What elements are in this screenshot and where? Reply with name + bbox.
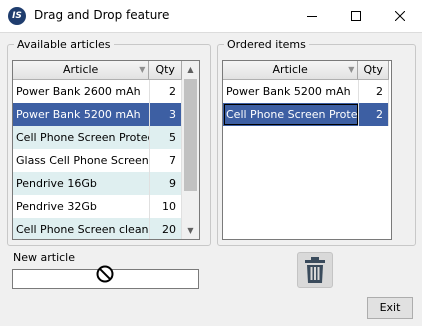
- scrollbar-thumb[interactable]: [184, 79, 197, 191]
- table-row[interactable]: Pendrive 16Gb 9: [13, 172, 182, 195]
- scroll-up-icon[interactable]: ▲: [182, 61, 199, 78]
- article-cell: Cell Phone Screen cleaner: [13, 218, 150, 239]
- article-cell: Power Bank 5200 mAh: [223, 80, 359, 103]
- close-button[interactable]: [378, 0, 422, 32]
- maximize-icon: [351, 11, 361, 21]
- vertical-scrollbar[interactable]: ▲ ▼: [182, 61, 199, 239]
- minimize-icon: [307, 16, 317, 17]
- column-header-qty[interactable]: Qty: [358, 61, 389, 79]
- qty-cell: 2: [359, 103, 389, 126]
- table-header: Article ▼ Qty: [223, 61, 389, 80]
- title-bar: IS Drag and Drop feature: [0, 0, 422, 33]
- qty-cell: 20: [150, 218, 182, 239]
- article-cell: Power Bank 2600 mAh: [13, 80, 150, 103]
- window-title: Drag and Drop feature: [34, 8, 170, 22]
- qty-cell: 10: [150, 195, 182, 218]
- app-logo-icon: IS: [8, 7, 26, 25]
- qty-cell: 2: [150, 80, 182, 103]
- available-articles-legend: Available articles: [17, 38, 111, 51]
- table-row[interactable]: Power Bank 2600 mAh 2: [13, 80, 182, 103]
- sort-arrow-icon: ▼: [139, 65, 146, 74]
- table-row[interactable]: Pendrive 32Gb 10: [13, 195, 182, 218]
- close-icon: [395, 11, 405, 21]
- table-row[interactable]: Cell Phone Screen cleaner 20: [13, 218, 182, 239]
- maximize-button[interactable]: [334, 0, 378, 32]
- ordered-items-legend: Ordered items: [227, 38, 306, 51]
- table-header: Article ▼ Qty: [13, 61, 182, 80]
- qty-cell: 5: [150, 126, 182, 149]
- table-row[interactable]: Cell Phone Screen Protector 5: [13, 126, 182, 149]
- qty-cell: 7: [150, 149, 182, 172]
- column-header-article-label: Article: [63, 63, 99, 76]
- table-row[interactable]: Power Bank 5200 mAh 3: [13, 103, 182, 126]
- minimize-button[interactable]: [290, 0, 334, 32]
- sort-arrow-icon: ▼: [348, 65, 355, 74]
- no-drop-cursor-icon: [96, 265, 114, 283]
- column-header-article[interactable]: Article ▼: [13, 61, 150, 79]
- article-cell: Pendrive 32Gb: [13, 195, 150, 218]
- article-cell: Cell Phone Screen Protector: [223, 103, 359, 126]
- new-article-label: New article: [13, 251, 75, 264]
- article-cell: Glass Cell Phone Screen Protector: [13, 149, 150, 172]
- trash-icon: [305, 257, 325, 283]
- delete-drop-target[interactable]: [297, 252, 333, 288]
- qty-cell: 2: [359, 80, 389, 103]
- available-articles-table[interactable]: Article ▼ Qty Power Bank 2600 mAh 2 Powe…: [12, 60, 200, 240]
- article-cell: Pendrive 16Gb: [13, 172, 150, 195]
- table-row[interactable]: Glass Cell Phone Screen Protector 7: [13, 149, 182, 172]
- article-cell: Cell Phone Screen Protector: [13, 126, 150, 149]
- column-header-article-label: Article: [272, 63, 308, 76]
- ordered-items-table[interactable]: Article ▼ Qty Power Bank 5200 mAh 2 Cell…: [222, 60, 392, 240]
- column-header-article[interactable]: Article ▼: [223, 61, 359, 79]
- table-row[interactable]: Cell Phone Screen Protector 2: [223, 103, 389, 126]
- table-row[interactable]: Power Bank 5200 mAh 2: [223, 80, 389, 103]
- exit-button[interactable]: Exit: [367, 297, 413, 319]
- scroll-down-icon[interactable]: ▼: [182, 222, 199, 239]
- qty-cell: 3: [150, 103, 182, 126]
- article-cell: Power Bank 5200 mAh: [13, 103, 150, 126]
- qty-cell: 9: [150, 172, 182, 195]
- column-header-qty[interactable]: Qty: [149, 61, 182, 79]
